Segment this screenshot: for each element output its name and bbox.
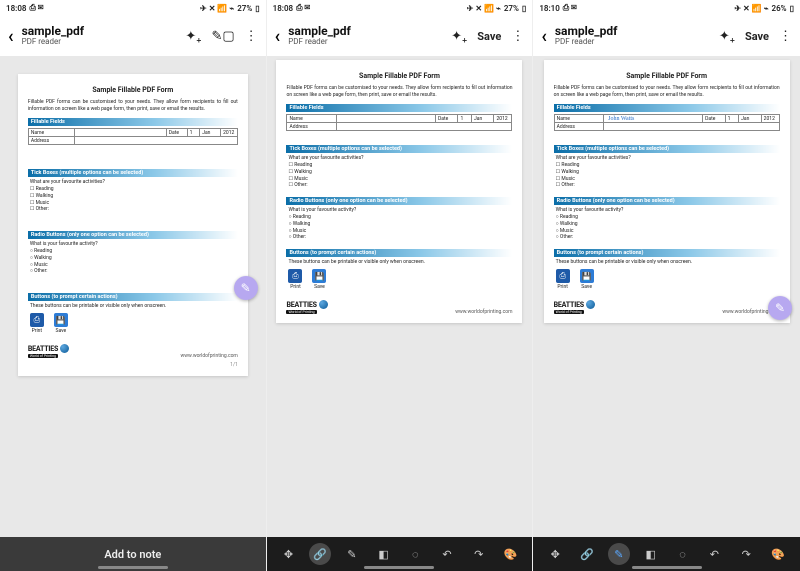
rad-walking[interactable]: ○ Walking [28,255,238,262]
edit-icon[interactable]: ✎▢ [211,29,234,44]
lasso-tool-icon[interactable]: ◌ [672,543,694,565]
more-icon[interactable]: ⋮ [779,29,792,44]
pen-tool-icon[interactable]: ✎ [341,543,363,565]
link-tool-icon[interactable]: 🔗 [576,543,598,565]
back-icon[interactable]: ‹ [275,26,281,47]
print-button[interactable]: ⎙Print [288,269,302,290]
chk-walking[interactable]: ☐ Walking [28,193,238,200]
globe-icon [60,344,69,353]
gesture-bar [632,566,702,569]
print-button[interactable]: ⎙Print [30,313,44,334]
document-viewport[interactable]: Sample Fillable PDF Form Fillable PDF fo… [267,56,533,537]
undo-icon[interactable]: ↶ [436,543,458,565]
app-subtitle: PDF reader [288,38,443,47]
pdf-page: Sample Fillable PDF Form Fillable PDF fo… [276,60,522,323]
footer-url: www.worldofprinting.com [181,353,238,359]
eraser-tool-icon[interactable]: ◧ [373,543,395,565]
more-icon[interactable]: ⋮ [245,29,258,44]
pen-fab[interactable]: ✎ [768,296,792,320]
edit-toolbar: ✥ 🔗 ✎ ◧ ◌ ↶ ↷ 🎨 [267,537,533,571]
status-time: 18:10 [539,4,559,13]
undo-icon[interactable]: ↶ [703,543,725,565]
status-left-icons: ⎙ ✉ [29,3,43,13]
pen-fab[interactable]: ✎ [234,276,258,300]
eraser-tool-icon[interactable]: ◧ [640,543,662,565]
palette-icon[interactable]: 🎨 [767,543,789,565]
section-buttons: Buttons (to prompt certain actions) [28,293,238,301]
app-bar: ‹ sample_pdf PDF reader ✦₊ ✎▢ ⋮ [0,16,266,56]
gesture-bar [98,566,168,569]
pdf-page: Sample Fillable PDF Form Fillable PDF fo… [18,74,248,376]
add-note-label: Add to note [104,548,161,561]
globe-icon [319,300,328,309]
app-bar: ‹ sample_pdf PDF reader ✦₊ Save ⋮ [533,16,800,56]
bottom-bar[interactable]: Add to note [0,537,266,571]
gesture-bar [364,566,434,569]
save-button[interactable]: 💾Save [580,269,594,290]
screen-1: 18:08⎙ ✉ ✈ ✕ 📶 ⌁27%▯ ‹ sample_pdf PDF re… [0,0,267,571]
status-right-icons: ✈ ✕ 📶 ⌁ [200,4,234,13]
app-subtitle: PDF reader [555,38,711,47]
chk-music[interactable]: ☐ Music [28,200,238,207]
edit-toolbar: ✥ 🔗 ✎ ◧ ◌ ↶ ↷ 🎨 [533,537,800,571]
document-viewport[interactable]: Sample Fillable PDF Form Fillable PDF fo… [0,56,266,537]
status-bar: 18:08⎙ ✉ ✈ ✕ 📶 ⌁27%▯ [0,0,266,16]
status-bar: 18:08⎙ ✉ ✈ ✕ 📶 ⌁27%▯ [267,0,533,16]
section-tick: Tick Boxes (multiple options can be sele… [28,169,238,177]
save-action[interactable]: Save [477,30,501,43]
doc-intro: Fillable PDF forms can be customised to … [28,99,238,112]
redo-icon[interactable]: ↷ [735,543,757,565]
section-fillable: Fillable Fields [28,118,238,126]
move-tool-icon[interactable]: ✥ [278,543,300,565]
back-icon[interactable]: ‹ [541,26,547,47]
logo-sub: World of Printing [28,354,58,358]
screen-3: 18:10⎙ ✉ ✈ ✕ 📶 ⌁26%▯ ‹ sample_pdf PDF re… [533,0,800,571]
signature-text[interactable]: John Watts [606,116,634,122]
rad-reading[interactable]: ○ Reading [28,248,238,255]
section-radio: Radio Buttons (only one option can be se… [28,231,238,239]
status-bar: 18:10⎙ ✉ ✈ ✕ 📶 ⌁26%▯ [533,0,800,16]
lasso-tool-icon[interactable]: ◌ [404,543,426,565]
palette-icon[interactable]: 🎨 [499,543,521,565]
screen-2: 18:08⎙ ✉ ✈ ✕ 📶 ⌁27%▯ ‹ sample_pdf PDF re… [267,0,534,571]
back-icon[interactable]: ‹ [8,26,14,47]
link-tool-icon[interactable]: 🔗 [309,543,331,565]
pdf-page: Sample Fillable PDF Form Fillable PDF fo… [544,60,790,323]
doc-title: Sample Fillable PDF Form [28,86,238,94]
more-icon[interactable]: ⋮ [511,29,524,44]
move-tool-icon[interactable]: ✥ [544,543,566,565]
status-time: 18:08 [273,4,293,13]
radio-question: What is your favourite activity? [30,241,238,247]
btn-note: These buttons can be printable or visibl… [30,303,238,309]
fields-table: NameDate1Jan2012 Address [28,128,238,145]
sparkle-icon[interactable]: ✦₊ [719,29,735,44]
sparkle-icon[interactable]: ✦₊ [185,29,201,44]
save-button[interactable]: 💾Save [54,313,68,334]
save-action[interactable]: Save [745,30,769,43]
status-battery: 26% [772,4,787,13]
chk-reading[interactable]: ☐ Reading [28,186,238,193]
status-battery: 27% [504,4,519,13]
tick-question: What are your favourite activities? [30,179,238,185]
chk-other[interactable]: ☐ Other: [28,206,238,213]
redo-icon[interactable]: ↷ [468,543,490,565]
globe-icon [586,300,595,309]
sparkle-icon[interactable]: ✦₊ [451,29,467,44]
pen-tool-icon[interactable]: ✎ [608,543,630,565]
app-bar: ‹ sample_pdf PDF reader ✦₊ Save ⋮ [267,16,533,56]
status-time: 18:08 [6,4,26,13]
app-subtitle: PDF reader [22,38,178,47]
logo: BEATTIES [28,344,69,353]
status-battery: 27% [237,4,252,13]
rad-music[interactable]: ○ Music [28,262,238,269]
document-viewport[interactable]: Sample Fillable PDF Form Fillable PDF fo… [533,56,800,537]
print-button[interactable]: ⎙Print [556,269,570,290]
rad-other[interactable]: ○ Other: [28,268,238,275]
save-button[interactable]: 💾Save [312,269,326,290]
page-number: 1/1 [28,362,238,368]
